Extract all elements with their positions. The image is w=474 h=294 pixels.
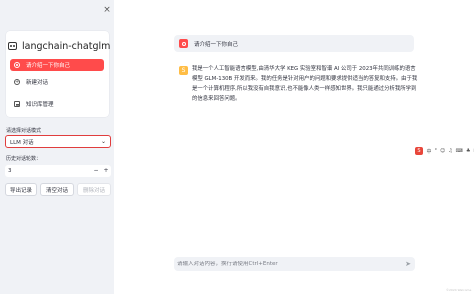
brand: langchain-chatglm [8,40,110,52]
menu-item-label: 请介绍一下你自己 [26,63,71,69]
emoji-icon[interactable]: ☺ [440,148,445,154]
chat-input[interactable] [177,261,397,267]
skin-icon[interactable]: ♣ [466,148,470,154]
menu-item-new-chat[interactable]: + 新建对话 [10,76,104,88]
menu-item-current-chat[interactable]: 请介绍一下你自己 [10,59,104,71]
voice-icon[interactable]: ♫ [448,148,452,154]
user-avatar-icon [179,39,188,48]
footer-text: ©2024 Welcome [446,288,472,292]
chat-input-box[interactable]: ➤ [174,257,415,271]
plus-circle-icon: + [14,79,20,85]
robot-icon [8,42,17,50]
punctuation-icon[interactable]: ° [435,148,438,154]
user-message-text: 请介绍一下你自己 [194,41,239,48]
export-button[interactable]: 导出记录 [5,183,37,196]
brand-title: langchain-chatglm [22,40,111,52]
ime-toolbar: S 中 ° ☺ ♫ ⌨ ♣ ⊞ [415,147,474,155]
clear-button[interactable]: 清空对话 [40,183,74,196]
decrement-button[interactable]: − [91,165,101,177]
history-rounds-input[interactable]: 3 − + [5,165,111,177]
keyboard-icon[interactable]: ⌨ [456,148,463,154]
chat-dot-icon [14,62,20,68]
mode-select-value: LLM 对话 [10,139,34,146]
chevron-down-icon: ⌄ [100,138,106,145]
user-message: 请介绍一下你自己 [174,35,414,52]
language-toggle-icon[interactable]: 中 [427,148,432,155]
close-sidebar-icon[interactable]: × [102,5,112,15]
menu-item-knowledge-base[interactable]: 知识库管理 [10,98,104,110]
assistant-avatar-icon: S [179,66,188,75]
database-icon [14,101,20,107]
sidebar: × langchain-chatglm 请介绍一下你自己 + 新建对话 知识库管… [0,0,114,294]
history-label: 历史对话轮数： [6,156,42,162]
menu-item-label: 新建对话 [26,80,49,86]
mode-label: 请选择对话模式 [6,128,42,134]
history-rounds-value: 3 [8,168,12,174]
mode-select[interactable]: LLM 对话 ⌄ [5,135,111,148]
menu-item-label: 知识库管理 [26,102,54,108]
send-icon[interactable]: ➤ [405,260,411,268]
delete-button[interactable]: 删除对话 [77,183,111,196]
increment-button[interactable]: + [101,165,111,177]
sogou-logo-icon[interactable]: S [415,147,423,155]
assistant-message-text: 我是一个人工智能语言模型,由清华大学 KEG 实验室和智谱 AI 公司于 202… [192,66,418,102]
